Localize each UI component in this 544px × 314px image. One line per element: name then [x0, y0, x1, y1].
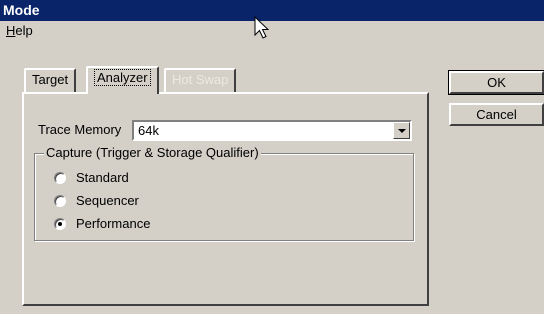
radio-performance-label[interactable]: Performance [76, 216, 150, 231]
window-title: Mode [3, 2, 40, 18]
mouse-pointer-icon [254, 16, 270, 39]
ok-button[interactable]: OK [448, 70, 544, 95]
menu-help[interactable]: Help [6, 23, 33, 38]
radio-sequencer-label[interactable]: Sequencer [76, 193, 139, 208]
capture-legend: Capture (Trigger & Storage Qualifier) [44, 145, 261, 160]
trace-memory-label: Trace Memory [38, 122, 122, 137]
trace-memory-value: 64k [138, 123, 159, 138]
chevron-down-icon[interactable] [393, 122, 410, 139]
tab-hot-swap[interactable]: Hot Swap [164, 68, 237, 92]
menu-bar: Help [0, 21, 544, 41]
radio-standard[interactable] [54, 172, 66, 184]
cancel-button[interactable]: Cancel [449, 103, 544, 126]
title-bar: Mode [0, 0, 544, 21]
radio-sequencer[interactable] [54, 195, 66, 207]
trace-memory-select[interactable]: 64k [132, 120, 412, 141]
radio-standard-label[interactable]: Standard [76, 170, 129, 185]
tab-target[interactable]: Target [24, 68, 77, 92]
tab-analyzer[interactable]: Analyzer [86, 66, 159, 94]
radio-performance[interactable] [54, 218, 66, 230]
